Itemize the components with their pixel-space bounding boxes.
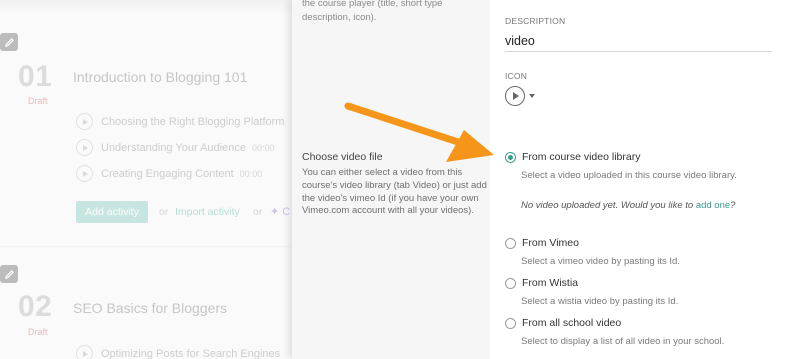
section-status: Draft (28, 96, 48, 106)
lesson-duration: 00:00 (239, 168, 263, 179)
section-title[interactable]: Introduction to Blogging 101 (73, 69, 247, 85)
option-help: Select a wistia video by pasting its Id. (521, 296, 679, 307)
lesson-item[interactable]: Optimizing Posts for Search Engines (76, 345, 280, 359)
panel-help-column: the course player (title, short type des… (292, 0, 490, 359)
section-divider (0, 246, 292, 247)
or-separator: or (253, 206, 263, 218)
edit-section-button[interactable] (0, 33, 18, 51)
lesson-item[interactable]: Choosing the Right Blogging Platform (76, 113, 284, 130)
description-label: DESCRIPTION (505, 16, 566, 26)
play-circle-icon (76, 113, 93, 130)
icon-help-text: the course player (title, short type des… (302, 0, 443, 23)
choose-video-help: You can either select a video from this … (302, 167, 487, 217)
add-one-link[interactable]: add one (696, 200, 730, 211)
lesson-title: Understanding Your Audience (101, 141, 246, 154)
or-separator: or (159, 206, 169, 218)
ai-create-label: C (282, 206, 291, 218)
sparkle-icon: ✦ (270, 206, 280, 218)
add-activity-button[interactable]: Add activity (76, 201, 148, 223)
chevron-down-icon (529, 94, 535, 98)
radio-selected[interactable] (505, 151, 516, 163)
option-wistia[interactable]: From Wistia (505, 277, 578, 289)
section-number: 02 (18, 290, 53, 323)
no-video-message: No video uploaded yet. Would you like to… (521, 200, 735, 211)
course-builder-background: 01 Draft Introduction to Blogging 101 Ch… (0, 0, 292, 359)
lesson-duration: 00:00 (251, 142, 275, 153)
play-circle-icon (505, 86, 525, 106)
description-input[interactable] (505, 31, 772, 52)
option-label: From Vimeo (522, 237, 579, 249)
option-help: Select a vimeo video by pasting its Id. (521, 256, 680, 267)
option-label: From all school video (522, 317, 622, 329)
radio-unselected[interactable] (505, 237, 516, 249)
video-settings-form: DESCRIPTION ICON From course video libra… (505, 0, 795, 359)
radio-unselected[interactable] (505, 317, 516, 329)
lesson-title: Creating Engaging Content (101, 167, 234, 180)
pencil-icon (4, 269, 14, 279)
option-course-video-library[interactable]: From course video library (505, 151, 640, 163)
lesson-title: Optimizing Posts for Search Engines (101, 347, 281, 359)
section-status: Draft (28, 327, 48, 337)
no-video-suffix: ? (730, 200, 736, 211)
option-help: Select a video uploaded in this course v… (521, 170, 737, 181)
radio-unselected[interactable] (505, 277, 516, 289)
no-video-text: No video uploaded yet. Would you like to (521, 200, 694, 211)
play-circle-icon (76, 345, 93, 359)
section-number: 01 (18, 60, 53, 93)
activity-settings-panel: the course player (title, short type des… (292, 0, 800, 359)
option-vimeo[interactable]: From Vimeo (505, 237, 579, 249)
lesson-item[interactable]: Understanding Your Audience 00:00 (76, 139, 274, 156)
lesson-item[interactable]: Creating Engaging Content 00:00 (76, 165, 262, 182)
icon-label: ICON (505, 71, 528, 81)
option-label: From Wistia (522, 277, 578, 289)
option-help: Select to display a list of all video in… (521, 336, 725, 347)
choose-video-title: Choose video file (302, 151, 383, 163)
play-circle-icon (76, 139, 93, 156)
pencil-icon (4, 37, 14, 47)
icon-picker[interactable] (505, 86, 535, 106)
ai-create-link[interactable]: ✦ C (270, 205, 290, 218)
lesson-title: Choosing the Right Blogging Platform (101, 115, 285, 128)
top-fade (0, 0, 292, 14)
section-title[interactable]: SEO Basics for Bloggers (73, 300, 227, 316)
edit-section-button[interactable] (0, 265, 18, 283)
import-activity-link[interactable]: Import activity (175, 206, 240, 218)
option-all-school-video[interactable]: From all school video (505, 317, 621, 329)
option-label: From course video library (522, 151, 641, 163)
play-circle-icon (76, 165, 93, 182)
